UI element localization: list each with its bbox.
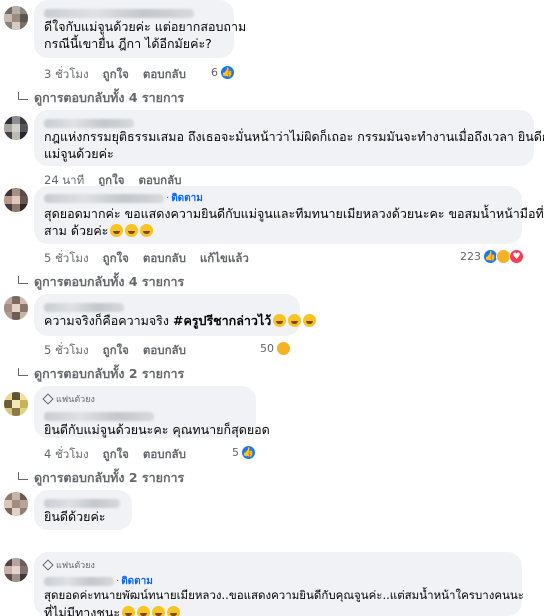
- love-icon: ♥: [509, 249, 524, 264]
- comment-actions: 5 ชั่วโมง ถูกใจ ตอบกลับ: [44, 342, 186, 360]
- follow-button[interactable]: ติดตาม: [171, 191, 203, 206]
- emoji-icon: [273, 314, 287, 327]
- timestamp[interactable]: 3 ชั่วโมง: [44, 66, 89, 84]
- avatar[interactable]: [4, 296, 28, 320]
- top-fan-badge: แฟนตัวยง: [42, 558, 512, 572]
- view-replies[interactable]: ดูการตอบกลับทั้ง 4 รายการ: [18, 272, 184, 292]
- edited-label[interactable]: แก้ไขแล้ว: [200, 250, 249, 268]
- reply-arrow-icon: [18, 472, 28, 480]
- reply-button[interactable]: ตอบกลับ: [143, 342, 186, 360]
- author-name[interactable]: [44, 412, 154, 421]
- comment-bubble: · ติดตาม สุดยอดมากค่ะ ขอแสดงความยินดีกับ…: [34, 186, 544, 244]
- reply-button[interactable]: ตอบกลับ: [143, 250, 186, 268]
- like-button[interactable]: ถูกใจ: [103, 250, 129, 268]
- emoji-icon: [167, 606, 181, 616]
- comment-text: ความจริงก็คือความจริง #ครูปรีชากล่าวไว้: [44, 312, 317, 329]
- emoji-icon: [125, 224, 139, 237]
- comment-text: ที่ไม่มีทางชนะ: [44, 604, 512, 616]
- haha-icon: [276, 341, 291, 356]
- view-replies[interactable]: ดูการตอบกลับทั้ง 2 รายการ: [18, 364, 184, 384]
- like-button[interactable]: ถูกใจ: [103, 66, 129, 84]
- reaction-count: 223: [460, 250, 481, 263]
- reply-button[interactable]: ตอบกลับ: [143, 66, 186, 84]
- comment-bubble: กฎแห่งกรรมยุติธรรมเสมอ ถึงเธอจะมั่นหน้าว…: [34, 110, 544, 166]
- author-name[interactable]: [44, 194, 164, 203]
- comment-text: ดีใจกับแม่จูนด้วยค่ะ แต่อยากสอบถาม: [44, 19, 247, 34]
- comment-text: ยินดีด้วยค่ะ: [44, 509, 106, 524]
- reply-arrow-icon: [18, 368, 28, 376]
- reaction-count: 5: [232, 446, 239, 459]
- like-button[interactable]: ถูกใจ: [103, 342, 129, 360]
- author-name[interactable]: [44, 9, 194, 18]
- comment-actions: 5 ชั่วโมง ถูกใจ ตอบกลับ แก้ไขแล้ว: [44, 250, 249, 268]
- view-replies-label: ดูการตอบกลับทั้ง 4 รายการ: [34, 90, 185, 105]
- comment-text: แม่จูนด้วยค่ะ: [44, 146, 114, 161]
- author-name[interactable]: [44, 576, 114, 586]
- reaction-summary[interactable]: 50: [260, 341, 291, 356]
- author-name[interactable]: [44, 303, 124, 312]
- like-icon: 👍: [220, 65, 235, 80]
- reply-arrow-icon: [18, 92, 28, 100]
- comment-bubble: ดีใจกับแม่จูนด้วยค่ะ แต่อยากสอบถาม กรณีน…: [34, 0, 247, 58]
- view-replies-label: ดูการตอบกลับทั้ง 4 รายการ: [34, 274, 185, 289]
- timestamp[interactable]: 5 ชั่วโมง: [44, 250, 89, 268]
- view-replies[interactable]: ดูการตอบกลับทั้ง 4 รายการ: [18, 88, 184, 108]
- comment-text: สาม ด้วยค่ะ: [44, 222, 512, 239]
- emoji-icon: [303, 314, 317, 327]
- comment-actions: 3 ชั่วโมง ถูกใจ ตอบกลับ: [44, 66, 186, 84]
- view-replies[interactable]: ดูการตอบกลับทั้ง 2 รายการ: [18, 468, 184, 488]
- reaction-count: 50: [260, 342, 274, 355]
- top-fan-badge: แฟนตัวยง: [42, 392, 246, 406]
- avatar[interactable]: [4, 392, 28, 416]
- reaction-count: 6: [211, 66, 218, 79]
- author-name[interactable]: [44, 499, 120, 508]
- emoji-icon: [288, 314, 302, 327]
- avatar[interactable]: [4, 558, 28, 582]
- comment-text: ยินดีกับแม่จูนด้วยนะคะ คุณทนายก็สุดยอด: [44, 422, 270, 437]
- like-button[interactable]: ถูกใจ: [103, 446, 129, 464]
- comment-bubble: ยินดีด้วยค่ะ: [34, 490, 132, 530]
- avatar[interactable]: [4, 6, 28, 30]
- comment-text: สุดยอดค่ะทนายพัฒน์ทนายเมียหลวง..ขอแสดงคว…: [44, 588, 524, 602]
- comment-text: กฎแห่งกรรมยุติธรรมเสมอ ถึงเธอจะมั่นหน้าว…: [44, 129, 544, 144]
- comment-bubble: แฟนตัวยง · ติดตาม สุดยอดค่ะทนายพัฒน์ทนาย…: [34, 552, 524, 616]
- hashtag-link[interactable]: #ครูปรีชากล่าวไว้: [173, 313, 271, 328]
- emoji-icon: [110, 224, 124, 237]
- diamond-icon: [42, 559, 54, 571]
- timestamp[interactable]: 5 ชั่วโมง: [44, 342, 89, 360]
- comment-bubble: ความจริงก็คือความจริง #ครูปรีชากล่าวไว้: [34, 294, 317, 336]
- view-replies-label: ดูการตอบกลับทั้ง 2 รายการ: [34, 470, 185, 485]
- comment-actions: 4 ชั่วโมง ถูกใจ ตอบกลับ: [44, 446, 186, 464]
- reaction-summary[interactable]: 223 👍 ♥: [460, 249, 524, 264]
- comment-text: กรณีนี้เขายื่น ฎีกา ได้อีกมัยค่ะ?: [44, 36, 212, 51]
- comment-text: สุดยอดมากค่ะ ขอแสดงความยินดีกับแม่จูนและ…: [44, 206, 544, 221]
- reaction-summary[interactable]: 6 👍: [211, 65, 235, 80]
- diamond-icon: [42, 393, 54, 405]
- emoji-icon: [152, 606, 166, 616]
- reply-button[interactable]: ตอบกลับ: [143, 446, 186, 464]
- like-icon: 👍: [241, 445, 256, 460]
- emoji-icon: [122, 606, 136, 616]
- author-name[interactable]: [44, 119, 134, 128]
- view-replies-label: ดูการตอบกลับทั้ง 2 รายการ: [34, 366, 185, 381]
- comment-bubble: แฟนตัวยง ยินดีกับแม่จูนด้วยนะคะ คุณทนายก…: [34, 386, 270, 438]
- avatar[interactable]: [4, 116, 28, 140]
- emoji-icon: [137, 606, 151, 616]
- reaction-summary[interactable]: 5 👍: [232, 445, 256, 460]
- emoji-icon: [140, 224, 154, 237]
- avatar[interactable]: [4, 188, 28, 212]
- reply-arrow-icon: [18, 276, 28, 284]
- avatar[interactable]: [4, 492, 28, 516]
- timestamp[interactable]: 4 ชั่วโมง: [44, 446, 89, 464]
